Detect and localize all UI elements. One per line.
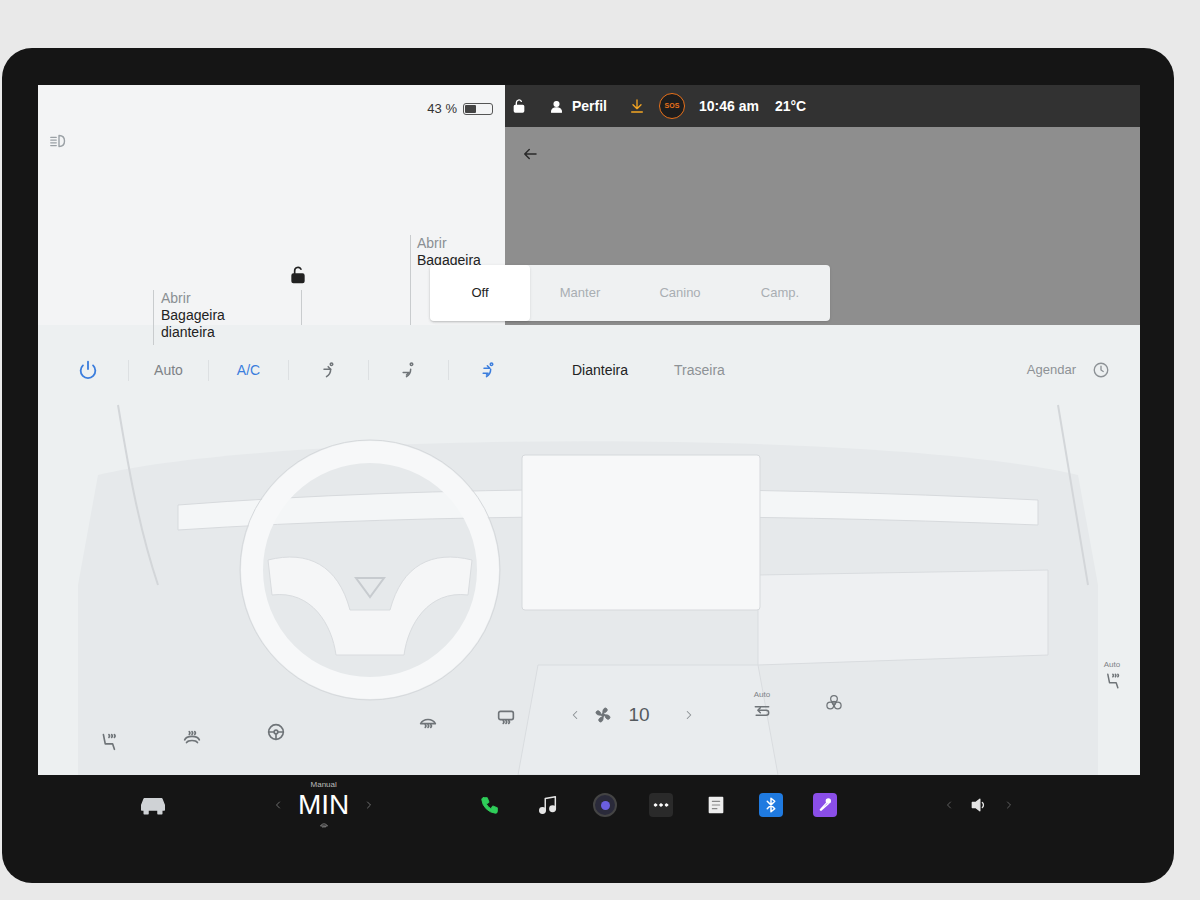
- dashboard-illustration: [38, 325, 1140, 775]
- chevron-right-icon[interactable]: [1003, 799, 1015, 811]
- profile-button[interactable]: Perfil: [549, 96, 607, 117]
- fan-speed-value: 10: [624, 701, 654, 730]
- zone-label: Traseira: [674, 362, 725, 378]
- sos-button[interactable]: SOS: [659, 93, 685, 119]
- driver-seat-heat-icon[interactable]: [96, 731, 120, 753]
- climate-bottom-controls: 10 Auto Auto: [38, 659, 1140, 775]
- steering-heat-icon[interactable]: [264, 721, 288, 743]
- divider-line: [301, 290, 302, 325]
- chevron-right-icon[interactable]: [682, 708, 696, 722]
- voice-command-icon[interactable]: [813, 793, 837, 817]
- recirculation-icon: [752, 701, 772, 721]
- temperature-value: MIN: [298, 791, 349, 819]
- chevron-left-icon[interactable]: [568, 708, 582, 722]
- fan-speed-control[interactable]: 10: [568, 701, 696, 730]
- chevron-left-icon[interactable]: [943, 799, 955, 811]
- status-bar: Perfil SOS 10:46 am 21°C: [505, 85, 1140, 127]
- clock-time: 10:46 am: [699, 96, 759, 117]
- climate-toolbar: Auto A/C Dianteira Traseira Agendar: [38, 325, 1140, 381]
- touchscreen: 43 %AbrirBagageira dianteiraAbrirBagagei…: [38, 85, 1140, 775]
- airflow-icon[interactable]: [368, 360, 448, 380]
- frunk-label: Bagageira dianteira: [161, 307, 251, 341]
- climate-keeper: Off Manter Canino Camp.: [430, 265, 830, 321]
- climate-keeper-option: Camp.: [730, 265, 830, 321]
- battery-fill: [465, 105, 476, 113]
- passenger-seat-heat-button[interactable]: Auto: [1102, 659, 1122, 691]
- driver-temperature-control[interactable]: Manual MIN: [272, 781, 375, 829]
- sos-label: SOS: [665, 101, 680, 112]
- climate-keeper-label: Camp.: [761, 283, 799, 303]
- recirculation-label: Auto: [754, 689, 770, 701]
- power-icon: [77, 359, 99, 381]
- outside-temperature: 21°C: [775, 96, 806, 117]
- battery-indicator: 43 %: [427, 99, 493, 119]
- bluetooth-icon[interactable]: [759, 793, 783, 817]
- passenger-seat-heat-icon: [1102, 671, 1122, 691]
- speaker-icon: [969, 795, 989, 815]
- schedule-label: Agendar: [1027, 360, 1076, 380]
- zone-label: Dianteira: [572, 362, 628, 378]
- frunk-button[interactable]: AbrirBagageira dianteira: [153, 290, 263, 345]
- music-icon[interactable]: [537, 794, 559, 816]
- download-icon[interactable]: [629, 98, 645, 114]
- chevron-right-icon[interactable]: [363, 799, 375, 811]
- climate-mode-label: A/C: [237, 360, 260, 381]
- climate-keeper-option[interactable]: Off: [430, 265, 530, 321]
- display-bezel: 43 %AbrirBagageira dianteiraAbrirBagagei…: [2, 48, 1174, 883]
- volume-control[interactable]: [943, 795, 1015, 815]
- clock-icon: [1092, 361, 1110, 379]
- fan-icon: [592, 704, 614, 726]
- seat-airflow-icon: [319, 819, 329, 829]
- climate-power-button[interactable]: [48, 359, 128, 381]
- temperature-readout: Manual MIN: [298, 781, 349, 829]
- climate-keeper-option: Canino: [630, 265, 730, 321]
- car-icon[interactable]: [138, 790, 168, 820]
- passenger-seat-label: Auto: [1104, 659, 1120, 671]
- dock: Manual MIN: [38, 775, 1174, 835]
- spacer: [38, 381, 1140, 659]
- notes-icon[interactable]: [705, 794, 727, 816]
- airflow-icon[interactable]: [448, 360, 528, 380]
- headlight-icon[interactable]: [48, 130, 70, 152]
- front-defrost-icon[interactable]: [416, 709, 440, 731]
- climate-mode-button[interactable]: A/C: [208, 360, 288, 381]
- lock-status-icon[interactable]: [511, 98, 527, 114]
- phone-icon[interactable]: [479, 794, 501, 816]
- battery-percent: 43 %: [427, 99, 457, 119]
- wiper-heat-icon[interactable]: [180, 727, 204, 749]
- chevron-left-icon[interactable]: [272, 799, 284, 811]
- camera-icon[interactable]: [593, 793, 617, 817]
- camera-lens: [601, 801, 610, 810]
- frunk-action: Abrir: [161, 290, 263, 307]
- recirculation-button[interactable]: Auto: [752, 689, 772, 721]
- climate-mode-label: Auto: [154, 360, 183, 381]
- temperature-mode: Manual: [311, 781, 337, 789]
- more-apps-icon[interactable]: [649, 793, 673, 817]
- profile-label: Perfil: [572, 96, 607, 117]
- climate-keeper-option: Manter: [530, 265, 630, 321]
- rear-defrost-icon[interactable]: [494, 705, 518, 727]
- airflow-icon[interactable]: [288, 360, 368, 380]
- climate-keeper-label: Canino: [659, 283, 700, 303]
- person-icon: [549, 99, 564, 114]
- zone-tab[interactable]: Traseira: [666, 360, 733, 381]
- schedule-button[interactable]: Agendar: [1027, 360, 1110, 380]
- zone-tab[interactable]: Dianteira: [564, 360, 636, 381]
- back-arrow-icon[interactable]: [521, 145, 539, 163]
- climate-mode-button[interactable]: Auto: [128, 360, 208, 381]
- climate-panel: AutoA/CDianteiraTraseiraAgendar10AutoAut…: [38, 325, 1140, 775]
- battery-track: [463, 103, 493, 115]
- bioweapon-mode-icon[interactable]: [822, 693, 846, 713]
- climate-keeper-label: Off: [471, 283, 488, 303]
- lock-icon[interactable]: [288, 265, 308, 285]
- zone-tabs: Dianteira Traseira: [564, 360, 733, 381]
- trunk-action: Abrir: [417, 235, 481, 252]
- climate-keeper-label: Manter: [560, 283, 600, 303]
